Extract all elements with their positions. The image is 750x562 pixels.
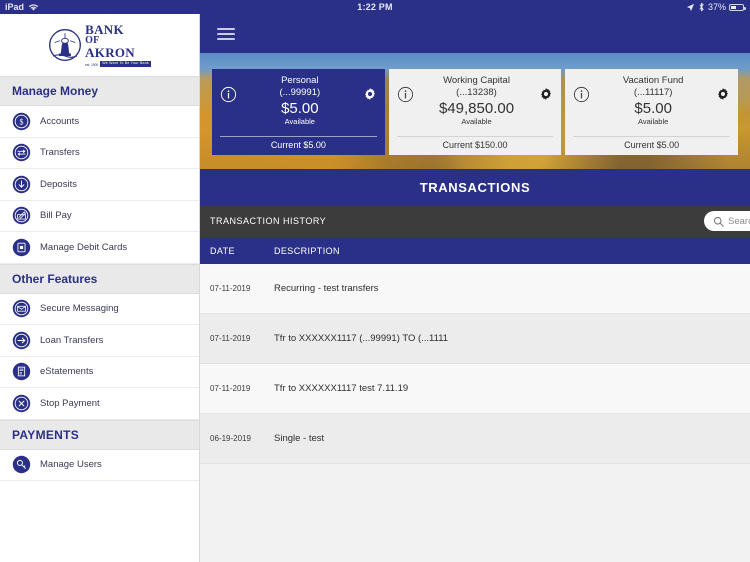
- transfer-arrows-icon: [12, 144, 31, 162]
- search-icon: [713, 216, 724, 227]
- arrow-right-circle-icon: [12, 331, 31, 349]
- sidebar-item-bill-pay[interactable]: Bill Pay: [0, 200, 199, 232]
- sidebar-item-accounts[interactable]: $ Accounts: [0, 106, 199, 138]
- info-circle-icon[interactable]: [573, 86, 590, 103]
- logo-tagline: We Want To Be Your Bank: [100, 61, 151, 67]
- gear-icon[interactable]: [363, 87, 377, 101]
- sidebar-item-transfers[interactable]: Transfers: [0, 137, 199, 169]
- cell-date: 07-11-2019: [210, 334, 251, 343]
- sidebar-item-manage-users[interactable]: Manage Users: [0, 449, 199, 481]
- transactions-table-header: DATE DESCRIPTION: [200, 237, 750, 264]
- status-bar: iPad 1:22 PM 37%: [0, 0, 750, 14]
- transactions-table-body: 07-11-2019 Recurring - test transfers 07…: [200, 264, 750, 464]
- sidebar-item-label: Manage Users: [40, 459, 102, 471]
- sidebar-item-loan-transfers[interactable]: Loan Transfers: [0, 325, 199, 357]
- table-row[interactable]: 07-11-2019 Tfr to XXXXXX1117 (...99991) …: [200, 314, 750, 364]
- sidebar-item-label: eStatements: [40, 366, 94, 378]
- sidebar-section-other-features: Other Features: [0, 263, 199, 294]
- info-circle-icon[interactable]: [220, 86, 237, 103]
- sidebar-item-label: Manage Debit Cards: [40, 241, 128, 253]
- account-number: (...11117): [633, 87, 673, 98]
- table-row[interactable]: 06-19-2019 Single - test: [200, 414, 750, 464]
- account-card-personal[interactable]: Personal (...99991) $5.00 Available Curr…: [212, 69, 385, 155]
- cell-date: 07-11-2019: [210, 284, 251, 293]
- cell-description: Single - test: [274, 433, 325, 444]
- column-header-date: DATE: [210, 245, 235, 256]
- account-available-label: Available: [284, 117, 315, 126]
- gear-icon[interactable]: [539, 87, 553, 101]
- status-bar-time: 1:22 PM: [357, 2, 393, 12]
- account-card-working-capital[interactable]: Working Capital (...13238) $49,850.00 Av…: [388, 69, 562, 155]
- sidebar-item-manage-debit-cards[interactable]: Manage Debit Cards: [0, 232, 199, 264]
- account-number: (...13238): [456, 87, 497, 98]
- column-header-description: DESCRIPTION: [274, 245, 340, 256]
- sidebar-item-label: Stop Payment: [40, 397, 100, 409]
- account-balance: $49,850.00: [438, 100, 515, 117]
- svg-text:$: $: [20, 117, 24, 126]
- account-current-balance: Current $150.00: [396, 136, 554, 155]
- envelope-icon: [12, 300, 31, 318]
- cell-description: Recurring - test transfers: [274, 283, 379, 294]
- sidebar-item-label: Loan Transfers: [40, 334, 104, 346]
- x-circle-icon: [12, 394, 31, 412]
- account-balance: $5.00: [281, 100, 319, 117]
- bluetooth-icon: [699, 2, 704, 12]
- sidebar-item-label: Transfers: [40, 147, 80, 159]
- arrow-down-circle-icon: [12, 175, 31, 193]
- account-available-label: Available: [461, 117, 492, 126]
- sidebar-item-label: Bill Pay: [40, 210, 72, 222]
- sidebar: BANK OF AKRON est. 1900 We Want To Be Yo…: [0, 14, 200, 562]
- sidebar-item-estatements[interactable]: eStatements: [0, 356, 199, 388]
- debit-card-icon: [12, 238, 31, 256]
- account-current-balance: Current $5.00: [220, 136, 377, 155]
- transaction-history-bar: TRANSACTION HISTORY Search: [200, 205, 750, 237]
- top-navigation-bar: [200, 14, 750, 53]
- search-placeholder: Search: [728, 215, 750, 227]
- sidebar-item-label: Secure Messaging: [40, 303, 119, 315]
- location-arrow-icon: [686, 3, 695, 11]
- sidebar-item-label: Accounts: [40, 115, 80, 127]
- account-current-balance: Current $5.00: [573, 136, 731, 155]
- account-card-list: Personal (...99991) $5.00 Available Curr…: [200, 69, 750, 155]
- battery-icon: [729, 3, 746, 11]
- gear-icon[interactable]: [716, 87, 730, 101]
- check-pen-icon: [12, 207, 31, 225]
- status-bar-right: 37%: [686, 2, 746, 12]
- sidebar-item-stop-payment[interactable]: Stop Payment: [0, 388, 199, 420]
- transaction-history-label: TRANSACTION HISTORY: [210, 216, 327, 226]
- lighthouse-emblem-icon: [49, 29, 82, 61]
- battery-percent: 37%: [707, 2, 726, 12]
- account-available-label: Available: [638, 117, 669, 126]
- account-cards-hero: Personal (...99991) $5.00 Available Curr…: [200, 53, 750, 169]
- account-number: (...99991): [279, 87, 321, 98]
- sidebar-item-secure-messaging[interactable]: Secure Messaging: [0, 293, 199, 325]
- account-name: Personal: [281, 75, 319, 86]
- cell-date: 07-11-2019: [210, 384, 251, 393]
- cell-description: Tfr to XXXXXX1117 (...99991) TO (...1111: [274, 333, 449, 344]
- account-card-vacation-fund[interactable]: Vacation Fund (...11117) $5.00 Available…: [565, 69, 739, 155]
- info-circle-icon[interactable]: [397, 86, 414, 103]
- search-input[interactable]: Search: [704, 211, 750, 231]
- table-row[interactable]: 07-11-2019 Recurring - test transfers: [200, 264, 750, 314]
- logo-line-3: AKRON: [85, 45, 135, 61]
- main-panel: Personal (...99991) $5.00 Available Curr…: [200, 14, 750, 562]
- account-balance: $5.00: [634, 100, 672, 117]
- sidebar-item-deposits[interactable]: Deposits: [0, 169, 199, 201]
- logo-established: est. 1900: [85, 62, 99, 67]
- transactions-title: TRANSACTIONS: [200, 169, 750, 205]
- sidebar-section-payments: PAYMENTS: [0, 419, 199, 450]
- sidebar-section-manage-money: Manage Money: [0, 76, 199, 106]
- table-row[interactable]: 07-11-2019 Tfr to XXXXXX1117 test 7.11.1…: [200, 364, 750, 414]
- bank-logo: BANK OF AKRON est. 1900 We Want To Be Yo…: [0, 14, 199, 76]
- document-icon: [12, 363, 31, 381]
- key-icon: [12, 456, 31, 474]
- hamburger-menu-icon[interactable]: [217, 25, 235, 43]
- cell-description: Tfr to XXXXXX1117 test 7.11.19: [274, 383, 409, 394]
- account-name: Vacation Fund: [622, 75, 684, 86]
- dollar-circle-icon: $: [12, 112, 31, 130]
- sidebar-item-label: Deposits: [40, 178, 77, 190]
- account-name: Working Capital: [443, 75, 510, 86]
- cell-date: 06-19-2019: [210, 434, 251, 443]
